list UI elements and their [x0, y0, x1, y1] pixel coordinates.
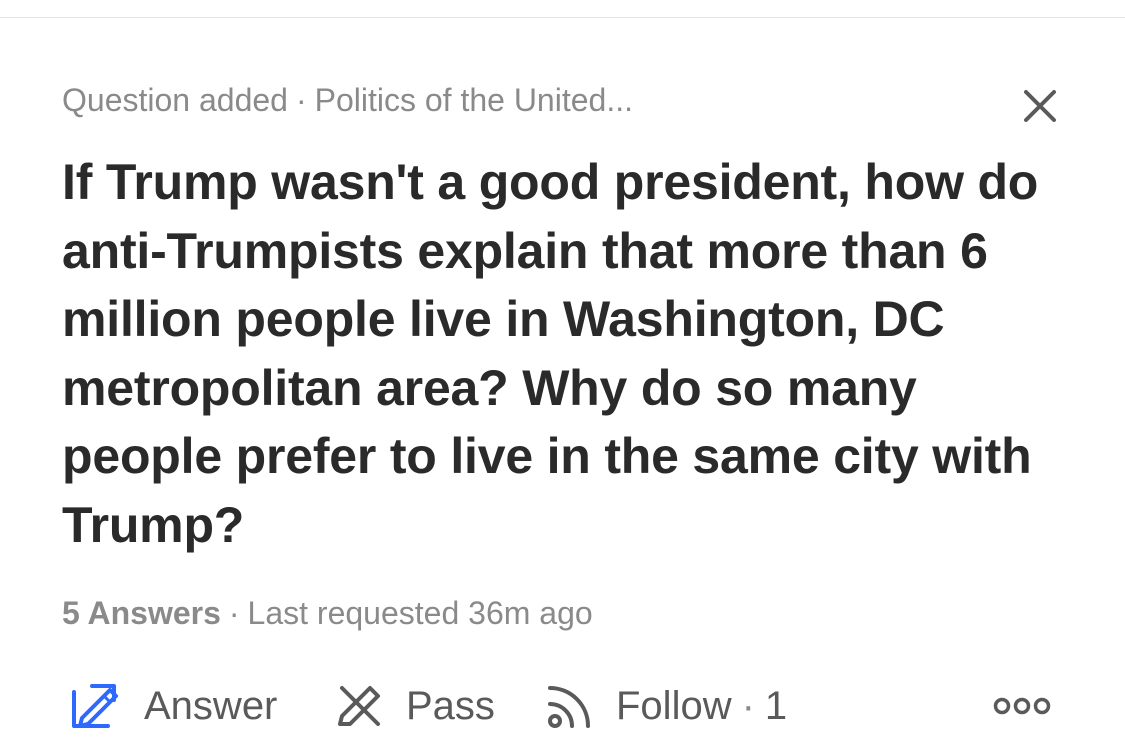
question-title[interactable]: If Trump wasn't a good president, how do…: [62, 148, 1072, 559]
close-icon: [1024, 90, 1056, 122]
action-bar: Answer Pass Follow · 1: [62, 676, 1062, 736]
follow-separator: ·: [741, 683, 755, 728]
answer-button[interactable]: Answer: [62, 676, 277, 736]
answers-count-link[interactable]: 5 Answers: [62, 595, 221, 631]
meta-separator: ·: [295, 82, 307, 118]
pass-label: Pass: [406, 683, 495, 728]
follow-button[interactable]: Follow · 1: [542, 676, 787, 736]
question-meta: Question added · Politics of the United...: [62, 82, 633, 119]
meta-topic-link[interactable]: Politics of the United...: [315, 82, 633, 118]
answer-label: Answer: [144, 683, 278, 728]
stats-separator: ·: [228, 595, 240, 631]
follow-count: 1: [764, 683, 788, 728]
follow-label: Follow: [616, 683, 732, 728]
more-dots-icon: [993, 697, 1051, 715]
rss-icon: [548, 686, 590, 728]
meta-status: Question added: [62, 82, 288, 118]
more-options-button[interactable]: [990, 690, 1054, 722]
pass-button[interactable]: Pass: [332, 676, 495, 736]
question-card: Question added · Politics of the United...…: [0, 0, 1125, 744]
pencil-square-icon: [72, 684, 118, 728]
last-requested: Last requested 36m ago: [247, 595, 593, 631]
question-stats: 5 Answers · Last requested 36m ago: [62, 595, 593, 632]
close-button[interactable]: [1018, 84, 1062, 128]
pencil-cross-icon: [338, 686, 380, 726]
